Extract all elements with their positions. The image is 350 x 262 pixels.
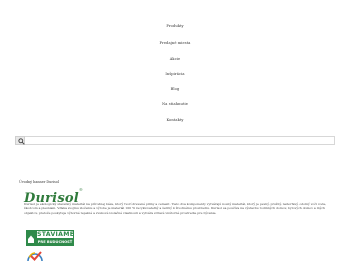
- nav-item-na-stiahnutie[interactable]: Na stiahnutie: [0, 102, 350, 106]
- nav-item-kontakty[interactable]: Kontakty: [0, 118, 350, 122]
- checkmark-certificate-icon: [27, 251, 43, 262]
- staviame-badge: STAVIAME PRE BUDÚCNOSŤ: [26, 230, 74, 247]
- nav-item-predajne-miesta[interactable]: Predajné miesta: [0, 41, 350, 45]
- nav-item-inspiracia[interactable]: Inšpirácia: [0, 72, 350, 76]
- house-icon: [26, 230, 36, 246]
- nav-item-blog[interactable]: Blog: [0, 87, 350, 91]
- registered-mark: ®: [78, 187, 83, 192]
- nav-item-produkty[interactable]: Produkty: [0, 24, 350, 28]
- badge-top-text: STAVIAME: [36, 230, 75, 239]
- search-input[interactable]: [15, 136, 335, 145]
- banner-image-alt: Úvodný banner Durisol: [19, 180, 59, 184]
- badge-bottom-text: PRE BUDÚCNOSŤ: [36, 239, 74, 246]
- search-button[interactable]: [15, 136, 25, 145]
- nav-item-akcie[interactable]: Akcie: [0, 57, 350, 61]
- intro-description: Durisol je ekologický stavebný materiál …: [24, 202, 327, 215]
- search-icon: [17, 138, 25, 145]
